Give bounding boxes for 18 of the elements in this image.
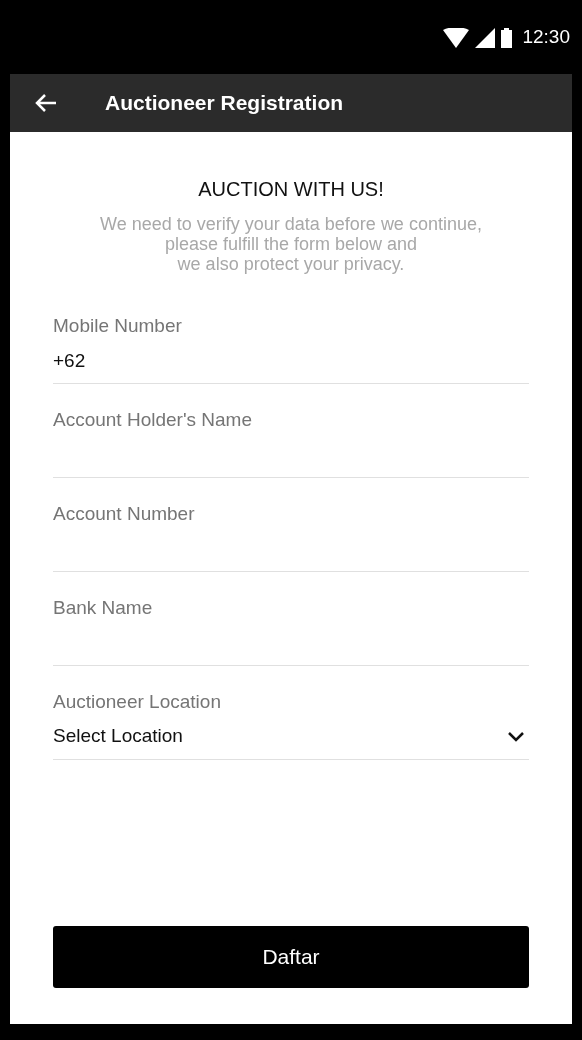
field-label: Mobile Number <box>53 314 183 338</box>
signal-icon <box>475 27 496 48</box>
wifi-icon <box>443 27 470 48</box>
app-bar-title: Auctioneer Registration <box>105 90 344 117</box>
field-label: Bank Name <box>53 596 154 620</box>
field-label: Account Holder's Name <box>53 408 253 432</box>
heading: AUCTION WITH US! <box>197 177 385 202</box>
back-arrow-icon <box>35 93 57 113</box>
text-field[interactable]: +62 <box>53 338 529 384</box>
status-time: 12:30 <box>522 25 570 50</box>
location-dropdown[interactable]: Select Location <box>53 714 529 760</box>
intro-text: We need to verify your data before we continue, please fulfill the form below and we also protect your privacy. <box>99 214 483 274</box>
battery-icon <box>501 27 513 48</box>
field-label: Account Number <box>53 502 196 526</box>
chevron-down-icon <box>507 730 525 743</box>
submit-button[interactable]: Daftar <box>53 926 529 988</box>
back-button[interactable] <box>35 93 57 113</box>
field-label: Auctioneer Location <box>53 690 222 714</box>
